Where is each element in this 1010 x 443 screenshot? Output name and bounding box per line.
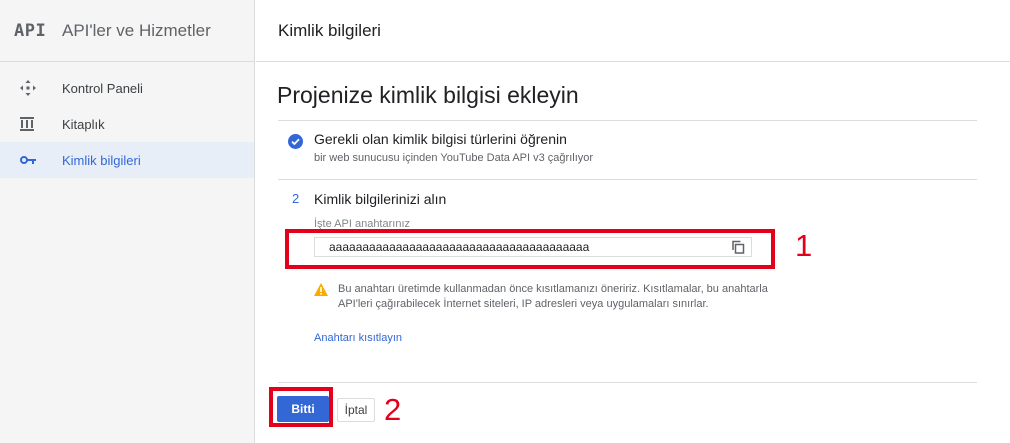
divider (278, 120, 977, 121)
api-logo: API (14, 20, 47, 41)
sidebar-item-label: Kitaplık (62, 116, 105, 132)
annotation-box-1 (285, 229, 775, 269)
warning-message: Bu anahtarı üretimde kullanmadan önce kı… (314, 282, 784, 312)
dashboard-icon (20, 80, 62, 96)
restrict-key-link[interactable]: Anahtarı kısıtlayın (314, 332, 402, 344)
annotation-box-2 (269, 387, 333, 427)
sidebar-title: API'ler ve Hizmetler (62, 20, 211, 40)
sidebar-item-label: Kimlik bilgileri (62, 152, 141, 168)
library-icon (20, 117, 62, 131)
sidebar-nav: Kontrol Paneli Kitaplık Kimlik bilgileri (0, 62, 254, 443)
annotation-label-1: 1 (795, 228, 813, 263)
step-1-subtitle: bir web sunucusu içinden YouTube Data AP… (314, 152, 594, 164)
step-1-title: Gerekli olan kimlik bilgisi türlerini öğ… (314, 131, 567, 147)
divider (278, 382, 977, 383)
divider (278, 179, 977, 180)
annotation-label-2: 2 (384, 392, 402, 427)
app: API API'ler ve Hizmetler Kontrol Paneli … (0, 0, 1010, 443)
warning-text: Bu anahtarı üretimde kullanmadan önce kı… (338, 283, 768, 310)
sidebar-item-label: Kontrol Paneli (62, 80, 143, 96)
sidebar: API API'ler ve Hizmetler Kontrol Paneli … (0, 0, 255, 443)
page-title: Projenize kimlik bilgisi ekleyin (277, 82, 579, 108)
header-title: Kimlik bilgileri (278, 20, 381, 40)
step-2-title: Kimlik bilgilerinizi alın (314, 191, 447, 207)
sidebar-item-library[interactable]: Kitaplık (0, 106, 254, 142)
main-content: Kimlik bilgileri Projenize kimlik bilgis… (256, 0, 1010, 443)
sidebar-item-dashboard[interactable]: Kontrol Paneli (0, 70, 254, 106)
sidebar-item-credentials[interactable]: Kimlik bilgileri (0, 142, 254, 178)
step-2-number: 2 (292, 191, 300, 206)
cancel-button[interactable]: İptal (337, 398, 375, 422)
check-circle-icon (288, 134, 303, 149)
key-icon (20, 155, 62, 165)
sidebar-header: API API'ler ve Hizmetler (0, 0, 254, 62)
page-header: Kimlik bilgileri (256, 0, 1010, 62)
warning-icon (314, 283, 328, 301)
